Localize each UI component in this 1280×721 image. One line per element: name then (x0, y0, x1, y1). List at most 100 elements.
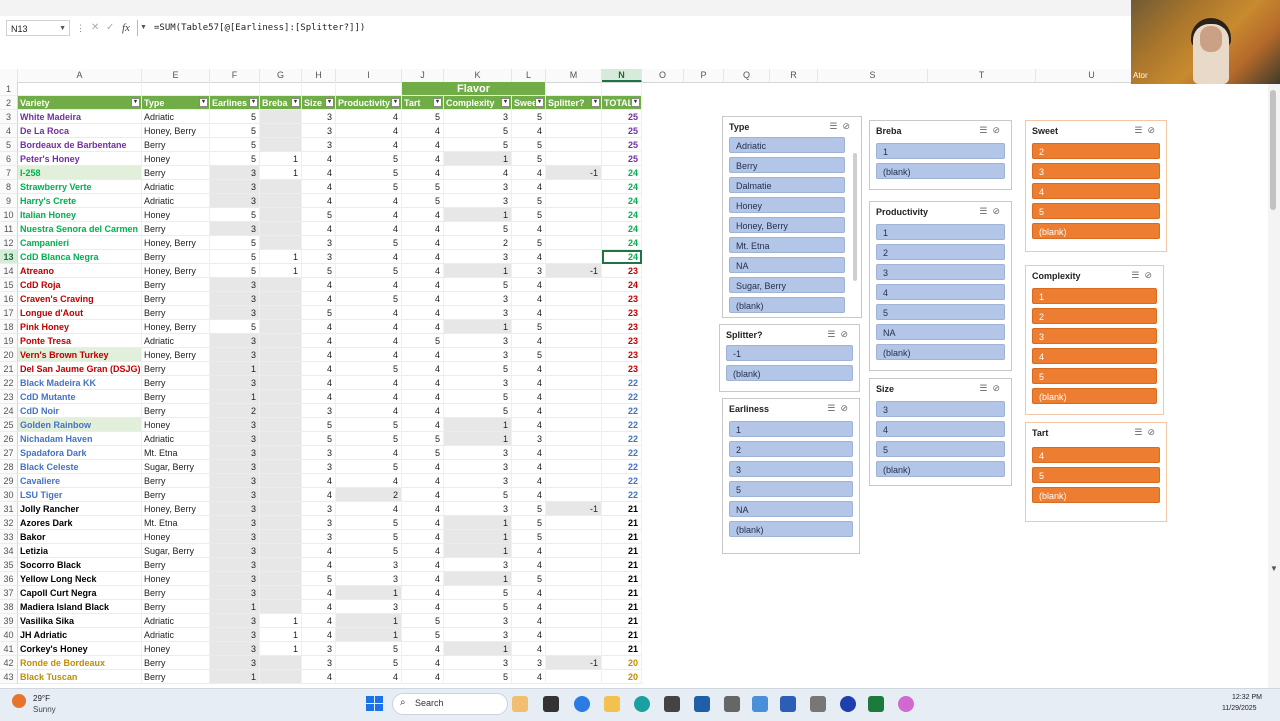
table-cell[interactable] (260, 600, 302, 614)
table-cell[interactable]: 3 (302, 110, 336, 124)
table-cell[interactable]: 3 (302, 530, 336, 544)
table-cell[interactable]: 4 (302, 670, 336, 684)
table-cell[interactable]: 4 (512, 600, 546, 614)
slicer-multiselect-clear-icons[interactable]: ☰⊘ (827, 403, 853, 414)
table-cell[interactable]: 3 (210, 194, 260, 208)
table-cell[interactable] (546, 292, 602, 306)
variety-cell[interactable]: Atreano (18, 264, 142, 278)
table-cell[interactable]: Honey (142, 418, 210, 432)
table-cell[interactable] (260, 110, 302, 124)
table-cell[interactable]: 5 (512, 138, 546, 152)
table-cell[interactable]: 5 (402, 194, 444, 208)
table-cell[interactable]: 3 (210, 460, 260, 474)
table-cell[interactable]: Sugar, Berry (142, 460, 210, 474)
table-cell[interactable] (260, 236, 302, 250)
table-cell[interactable] (260, 544, 302, 558)
variety-cell[interactable]: Black Celeste (18, 460, 142, 474)
table-cell[interactable]: 4 (512, 306, 546, 320)
table-cell[interactable]: Adriatic (142, 614, 210, 628)
table-cell[interactable]: 5 (210, 208, 260, 222)
slicer-item[interactable]: 1 (876, 224, 1005, 240)
variety-cell[interactable]: Craven's Craving (18, 292, 142, 306)
slicer-item[interactable]: (blank) (1032, 388, 1157, 404)
table-cell[interactable] (546, 320, 602, 334)
slicer-item[interactable]: Mt. Etna (729, 237, 845, 253)
table-cell[interactable]: 4 (512, 488, 546, 502)
row-header[interactable]: 18 (0, 320, 18, 334)
variety-cell[interactable]: Black Madeira KK (18, 376, 142, 390)
table-cell[interactable]: 5 (512, 502, 546, 516)
row-header[interactable]: 23 (0, 390, 18, 404)
table-cell[interactable]: 4 (336, 110, 402, 124)
row-header[interactable]: 1 (0, 82, 18, 96)
table-cell[interactable]: 4 (402, 600, 444, 614)
table-cell[interactable]: 5 (210, 250, 260, 264)
table-cell[interactable]: 22 (602, 418, 642, 432)
table-cell[interactable]: 4 (302, 474, 336, 488)
table-cell[interactable]: Berry (142, 600, 210, 614)
table-cell[interactable]: 23 (602, 264, 642, 278)
table-cell[interactable] (260, 404, 302, 418)
table-cell[interactable]: 3 (210, 222, 260, 236)
filter-dropdown-icon[interactable]: ▾ (131, 98, 140, 107)
row-header[interactable]: 3 (0, 110, 18, 124)
table-cell[interactable] (546, 194, 602, 208)
table-cell[interactable]: 4 (512, 614, 546, 628)
table-cell[interactable]: 1 (444, 320, 512, 334)
table-cell[interactable]: 5 (210, 152, 260, 166)
table-cell[interactable] (546, 670, 602, 684)
filter-dropdown-icon[interactable]: ▾ (591, 98, 600, 107)
store-icon[interactable] (664, 696, 680, 712)
table-cell[interactable]: 5 (302, 418, 336, 432)
row-header[interactable]: 38 (0, 600, 18, 614)
table-cell[interactable] (260, 376, 302, 390)
table-cell[interactable]: 5 (512, 516, 546, 530)
table-cell[interactable]: 4 (302, 166, 336, 180)
table-cell[interactable]: 3 (210, 586, 260, 600)
table-cell[interactable]: 4 (512, 558, 546, 572)
slicer-multiselect-clear-icons[interactable]: ☰⊘ (979, 206, 1005, 217)
table-cell[interactable]: 3 (302, 656, 336, 670)
table-cell[interactable]: 1 (336, 586, 402, 600)
excel-icon[interactable] (868, 696, 884, 712)
table-cell[interactable] (546, 306, 602, 320)
table-cell[interactable]: 3 (210, 558, 260, 572)
table-cell[interactable]: 4 (402, 516, 444, 530)
table-header-tart[interactable]: Tart ▾ (402, 96, 444, 110)
table-cell[interactable]: 5 (336, 362, 402, 376)
slicer-item[interactable]: 1 (1032, 288, 1157, 304)
table-cell[interactable]: 4 (402, 250, 444, 264)
table-cell[interactable]: 4 (402, 292, 444, 306)
table-cell[interactable]: 22 (602, 474, 642, 488)
table-cell[interactable]: 5 (336, 656, 402, 670)
variety-cell[interactable]: Golden Rainbow (18, 418, 142, 432)
table-cell[interactable]: 5 (444, 670, 512, 684)
table-cell[interactable]: 4 (336, 502, 402, 516)
table-cell[interactable]: 4 (302, 376, 336, 390)
variety-cell[interactable]: Corkey's Honey (18, 642, 142, 656)
table-cell[interactable]: 3 (210, 488, 260, 502)
table-cell[interactable]: 4 (402, 236, 444, 250)
table-cell[interactable]: 1 (444, 642, 512, 656)
table-cell[interactable] (260, 320, 302, 334)
table-cell[interactable]: 21 (602, 600, 642, 614)
table-cell[interactable] (546, 278, 602, 292)
table-cell[interactable]: 4 (336, 194, 402, 208)
table-cell[interactable]: 3 (444, 446, 512, 460)
table-cell[interactable]: 5 (512, 236, 546, 250)
table-cell[interactable]: 4 (402, 362, 444, 376)
table-cell[interactable]: 4 (302, 180, 336, 194)
table-cell[interactable]: 4 (512, 628, 546, 642)
table-cell[interactable]: 4 (402, 404, 444, 418)
table-cell[interactable]: 24 (602, 180, 642, 194)
table-cell[interactable]: 1 (444, 530, 512, 544)
table-cell[interactable]: 3 (444, 460, 512, 474)
table-cell[interactable]: 4 (336, 222, 402, 236)
table-cell[interactable]: 5 (444, 586, 512, 600)
cell[interactable] (302, 82, 336, 96)
table-header-breba[interactable]: Breba ▾ (260, 96, 302, 110)
table-cell[interactable]: 4 (402, 544, 444, 558)
table-cell[interactable]: 4 (302, 348, 336, 362)
table-cell[interactable]: Honey, Berry (142, 124, 210, 138)
table-cell[interactable]: 1 (210, 670, 260, 684)
